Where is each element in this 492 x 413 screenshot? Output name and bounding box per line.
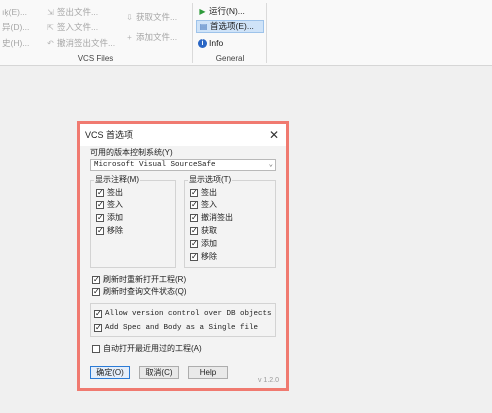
checkbox-box: ✓: [190, 226, 198, 235]
general-group-label: General: [215, 54, 245, 63]
vcs-system-select[interactable]: Microsoft Visual SourceSafe ⌄: [90, 159, 276, 171]
checkbox-box: ✓: [190, 188, 198, 197]
option-undo-checkout-checkbox[interactable]: ✓ 撤消签出: [190, 213, 233, 223]
option-checkout-checkbox[interactable]: ✓ 签出: [190, 188, 217, 198]
chevron-down-icon: ⌄: [268, 161, 273, 169]
ribbon-item-col1-1[interactable]: 异(D)...: [2, 21, 29, 34]
dialog-titlebar: VCS 首选项 ✕: [80, 124, 286, 146]
version-label: v 1.2.0: [257, 377, 279, 384]
option-add-checkbox[interactable]: ✓ 添加: [190, 239, 217, 249]
check-out-files-button[interactable]: ⇲ 签出文件...: [46, 6, 98, 19]
dialog-title: VCS 首选项: [85, 130, 134, 140]
vcs-system-label: 可用的版本控制系统(Y): [90, 148, 173, 157]
add-files-button[interactable]: + 添加文件...: [125, 31, 177, 44]
checkbox-box: ✓: [94, 323, 102, 332]
help-button[interactable]: Help: [188, 366, 228, 379]
ribbon-item-col1-2[interactable]: 史(H)...: [2, 37, 29, 50]
comment-checkout-checkbox[interactable]: ✓ 签出: [96, 188, 123, 198]
cancel-button[interactable]: 取消(C): [139, 366, 179, 379]
undo-checkout-button[interactable]: ↶ 撤消签出文件...: [46, 37, 115, 50]
preferences-button[interactable]: ▤ 首选项(E)...: [196, 20, 264, 33]
ribbon-item-col1-0[interactable]: ıķ(E)...: [2, 6, 27, 19]
ribbon-separator: [192, 3, 193, 63]
vcs-files-group-label: VCS Files: [77, 54, 114, 63]
run-icon: ▶: [199, 7, 206, 16]
get-files-button[interactable]: ⇩ 获取文件...: [125, 11, 177, 24]
option-get-checkbox[interactable]: ✓ 获取: [190, 226, 217, 236]
show-comments-title: 显示注释(M): [94, 175, 140, 185]
checkbox-box: ✓: [96, 213, 104, 222]
ribbon-separator: [266, 3, 267, 63]
option-remove-checkbox[interactable]: ✓ 移除: [190, 252, 217, 262]
checkbox-box: ✓: [190, 200, 198, 209]
general-group: ▶ 运行(N)... ▤ 首选项(E)... i Info General: [194, 0, 266, 66]
checkbox-box: ✓: [96, 188, 104, 197]
check-out-icon: ⇲: [47, 8, 54, 17]
get-files-icon: ⇩: [126, 13, 133, 22]
checkbox-box: ✓: [190, 239, 198, 248]
checkbox-box: ✓: [190, 213, 198, 222]
run-button[interactable]: ▶ 运行(N)...: [198, 5, 244, 18]
allow-version-control-checkbox[interactable]: ✓ Allow version control over DB objects: [94, 309, 272, 319]
auto-open-project-checkbox[interactable]: 自动打开最近用过的工程(A): [92, 344, 202, 354]
add-spec-body-checkbox[interactable]: ✓ Add Spec and Body as a Single file: [94, 323, 258, 333]
checkbox-box: ✓: [94, 309, 102, 318]
preferences-icon: ▤: [199, 22, 208, 31]
checkbox-box: ✓: [92, 287, 100, 296]
option-checkin-checkbox[interactable]: ✓ 签入: [190, 200, 217, 210]
refresh-reopen-checkbox[interactable]: ✓ 刷新时重新打开工程(R): [92, 275, 186, 285]
checkbox-box: [92, 345, 100, 353]
info-icon: i: [198, 39, 207, 48]
vcs-preferences-dialog: VCS 首选项 ✕ 可用的版本控制系统(Y) Microsoft Visual …: [77, 121, 289, 391]
check-in-icon: ⇱: [47, 23, 54, 32]
comment-checkin-checkbox[interactable]: ✓ 签入: [96, 200, 123, 210]
refresh-status-checkbox[interactable]: ✓ 刷新时查询文件状态(Q): [92, 287, 187, 297]
checkbox-box: ✓: [96, 200, 104, 209]
show-options-title: 显示选项(T): [188, 175, 233, 185]
undo-checkout-icon: ↶: [47, 39, 54, 48]
checkbox-box: ✓: [96, 226, 104, 235]
comment-remove-checkbox[interactable]: ✓ 移除: [96, 226, 123, 236]
check-in-files-button[interactable]: ⇱ 签入文件...: [46, 21, 98, 34]
checkbox-box: ✓: [92, 275, 100, 284]
ribbon: ıķ(E)... 异(D)... 史(H)... ⇲ 签出文件... ⇱ 签入文件.…: [0, 0, 492, 66]
ok-button[interactable]: 确定(O): [90, 366, 130, 379]
checkbox-box: ✓: [190, 252, 198, 261]
add-files-icon: +: [127, 33, 132, 42]
comment-add-checkbox[interactable]: ✓ 添加: [96, 213, 123, 223]
info-button[interactable]: i Info: [198, 37, 223, 50]
dialog-body: VCS 首选项 ✕ 可用的版本控制系统(Y) Microsoft Visual …: [80, 124, 286, 388]
close-icon[interactable]: ✕: [267, 124, 281, 146]
vcs-files-group: ıķ(E)... 异(D)... 史(H)... ⇲ 签出文件... ⇱ 签入文件.…: [0, 0, 191, 66]
